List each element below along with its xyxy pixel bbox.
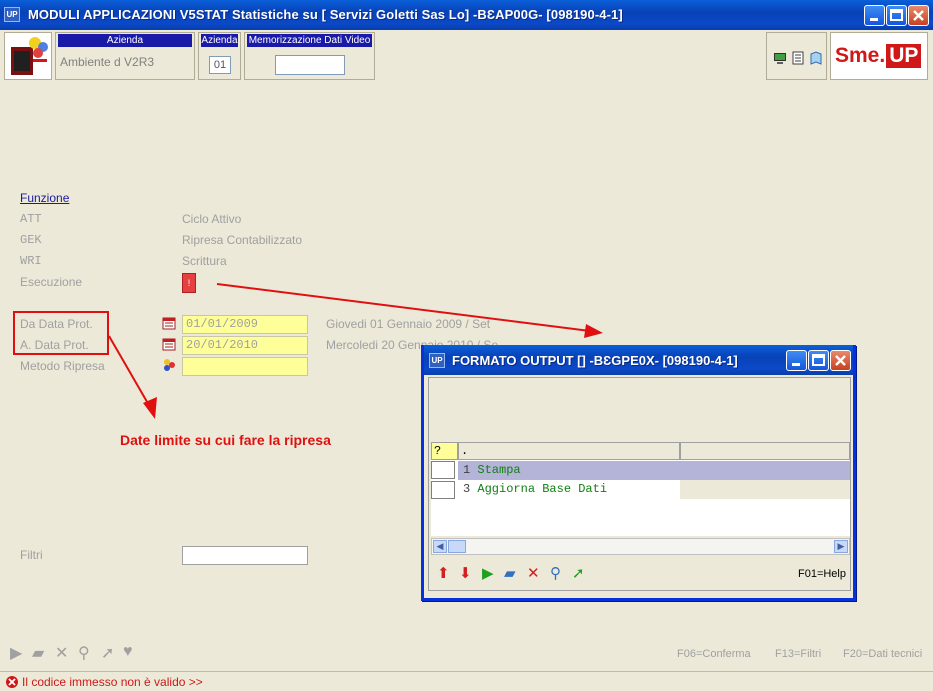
options-grid: ? . 1 Stampa 3 Aggiorna Base Dati — [431, 442, 850, 536]
minimize-icon — [787, 358, 806, 373]
search-icon[interactable]: ⚲ — [78, 643, 90, 663]
filtri-field[interactable] — [182, 546, 308, 565]
table-row[interactable]: 1 Stampa — [463, 461, 521, 480]
status-message: Il codice immesso non è valido >> — [22, 675, 203, 689]
maximize-icon — [809, 354, 828, 373]
error-icon — [5, 675, 19, 691]
cancel-icon[interactable]: ✕ — [55, 643, 68, 663]
annotation-text: Date limite su cui fare la ripresa — [120, 432, 331, 448]
row-selector-input[interactable] — [431, 461, 455, 479]
eraser-icon[interactable]: ▰ — [32, 643, 44, 663]
f20-key[interactable]: F20=Dati tecnici — [843, 648, 922, 660]
cursor-icon[interactable]: ➚ — [572, 566, 585, 582]
dialog-maximize-button[interactable] — [808, 350, 829, 371]
grid-header-empty — [680, 442, 850, 460]
play-icon[interactable]: ▶ — [10, 643, 22, 663]
formato-output-dialog: UP FORMATO OUTPUT [] -BƐGPE0X- [098190-4… — [421, 345, 856, 601]
grid-header-description: . — [458, 442, 680, 460]
dialog-close-button[interactable] — [830, 350, 851, 371]
scroll-right-icon[interactable]: ▶ — [834, 540, 848, 553]
eraser-icon[interactable]: ▰ — [504, 566, 516, 582]
dialog-app-icon: UP — [429, 353, 445, 368]
arrow-down-icon[interactable]: ⬇ — [459, 566, 472, 582]
dialog-toolbar: ⬆ ⬇ ▶ ▰ ✕ ⚲ ➚ F01=Help — [431, 560, 850, 586]
table-row-empty-cell — [680, 480, 850, 499]
filtri-label: Filtri — [20, 548, 43, 562]
horizontal-scrollbar[interactable]: ◀ ▶ — [431, 538, 850, 555]
row-label: Stampa — [477, 463, 521, 477]
row-label: Aggiorna Base Dati — [477, 482, 608, 496]
dialog-title-bar: UP FORMATO OUTPUT [] -BƐGPE0X- [098190-4… — [424, 345, 853, 375]
cancel-icon[interactable]: ✕ — [527, 566, 540, 582]
scroll-thumb[interactable] — [448, 540, 466, 553]
help-key[interactable]: F01=Help — [798, 568, 846, 580]
row-number: 3 — [463, 482, 478, 496]
dialog-title: FORMATO OUTPUT [] -BƐGPE0X- [098190-4-1] — [452, 353, 738, 368]
play-icon[interactable]: ▶ — [482, 566, 494, 582]
grid-header-selector: ? — [431, 442, 458, 460]
f06-key[interactable]: F06=Conferma — [677, 648, 751, 660]
search-icon[interactable]: ⚲ — [550, 566, 561, 582]
row-selector-input[interactable] — [431, 481, 455, 499]
dialog-body: ? . 1 Stampa 3 Aggiorna Base Dati ◀ ▶ ⬆ … — [428, 377, 851, 591]
f13-key[interactable]: F13=Filtri — [775, 648, 821, 660]
cursor-icon[interactable]: ➚ — [101, 643, 114, 663]
heart-icon[interactable]: ♥ — [123, 643, 133, 661]
status-bar: Il codice immesso non è valido >> — [0, 671, 933, 691]
table-row[interactable]: 3 Aggiorna Base Dati — [463, 480, 607, 499]
dialog-minimize-button[interactable] — [786, 350, 807, 371]
arrow-up-icon[interactable]: ⬆ — [437, 566, 450, 582]
scroll-left-icon[interactable]: ◀ — [433, 540, 447, 553]
row-number: 1 — [463, 463, 478, 477]
close-icon — [831, 355, 850, 373]
